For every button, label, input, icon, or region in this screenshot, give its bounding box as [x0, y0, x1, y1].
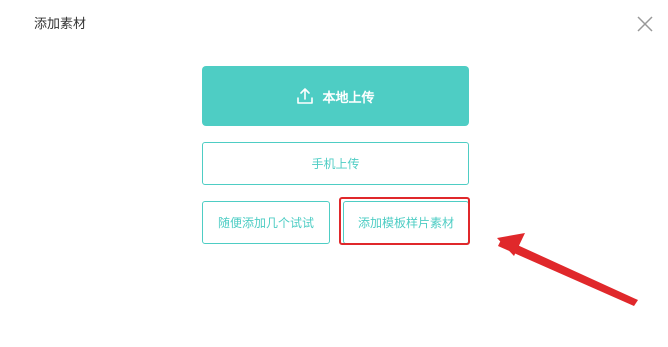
random-add-label: 随便添加几个试试: [217, 216, 314, 230]
dialog-title: 添加素材: [34, 17, 87, 32]
close-icon[interactable]: [636, 15, 654, 33]
random-add-button[interactable]: 随便添加几个试试: [202, 201, 330, 244]
local-upload-button[interactable]: 本地上传: [202, 66, 469, 126]
add-material-dialog: 添加素材 本地上传 手机上传 随便添加几个试试 添加模板样片素材: [0, 0, 668, 347]
mobile-upload-label: 手机上传: [311, 157, 360, 171]
add-template-label: 添加模板样片素材: [357, 216, 454, 230]
local-upload-label: 本地上传: [322, 90, 375, 106]
mobile-upload-button[interactable]: 手机上传: [202, 142, 469, 185]
add-template-button[interactable]: 添加模板样片素材: [343, 201, 469, 244]
upload-icon: [296, 87, 314, 105]
